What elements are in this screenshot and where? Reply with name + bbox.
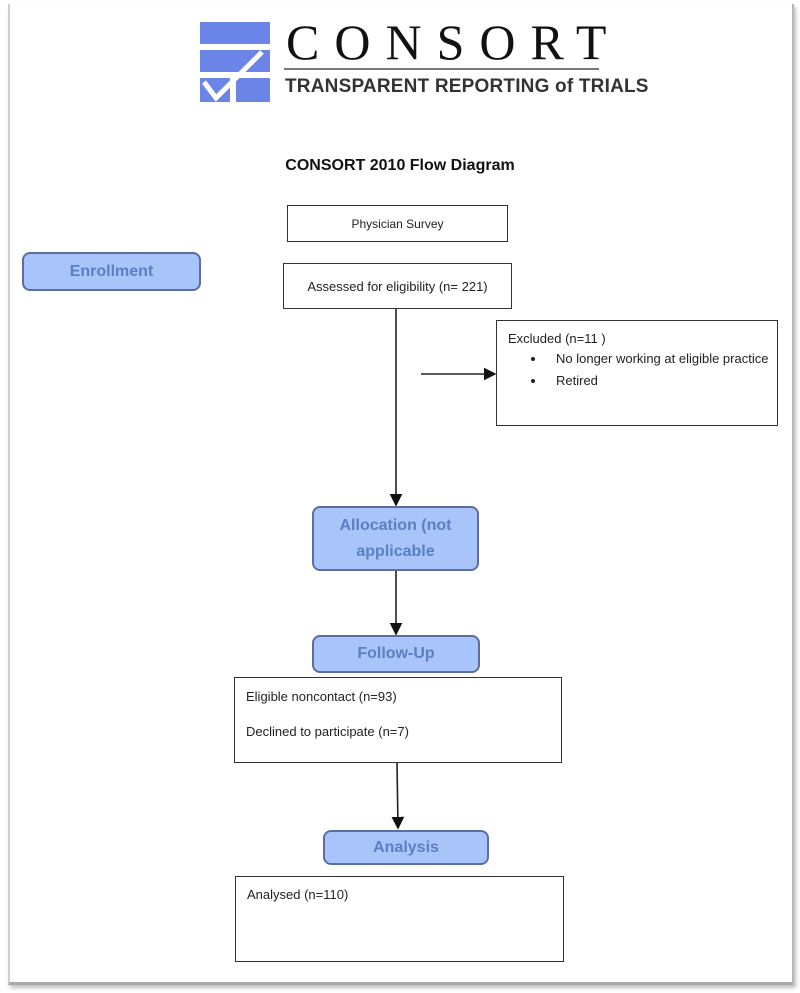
phase-follow-up: Follow-Up <box>312 635 480 673</box>
phase-follow-up-label: Follow-Up <box>357 645 435 662</box>
phase-allocation-label: Allocation (not applicable <box>339 516 452 560</box>
diagram-title: CONSORT 2010 Flow Diagram <box>285 157 515 174</box>
follow-up-box: Eligible noncontact (n=93) Declined to p… <box>234 677 562 763</box>
logo-divider <box>284 68 599 70</box>
physician-survey-box: Physician Survey <box>287 205 508 242</box>
consort-wordmark: CONSORT <box>286 14 622 70</box>
analysed-label: Analysed (n=110) <box>247 887 349 902</box>
analysed-box: Analysed (n=110) <box>235 876 564 962</box>
physician-survey-label: Physician Survey <box>351 216 444 231</box>
consort-logo-mark-icon <box>200 22 270 102</box>
excluded-reasons-list: No longer working at eligible practice R… <box>508 348 777 392</box>
excluded-reason: No longer working at eligible practice <box>546 348 776 370</box>
phase-enrollment-label: Enrollment <box>69 262 154 280</box>
excluded-reason: Retired <box>546 370 777 392</box>
phase-enrollment: Enrollment <box>22 252 201 291</box>
phase-allocation: Allocation (not applicable <box>312 506 479 571</box>
phase-analysis-label: Analysis <box>373 838 439 856</box>
follow-up-line: Eligible noncontact (n=93) <box>246 689 397 704</box>
phase-analysis: Analysis <box>323 830 489 865</box>
follow-up-line: Declined to participate (n=7) <box>246 724 409 739</box>
excluded-box: Excluded (n=11 ) No longer working at el… <box>496 320 778 426</box>
assessed-eligibility-box: Assessed for eligibility (n= 221) <box>283 263 512 309</box>
consort-tagline: TRANSPARENT REPORTING of TRIALS <box>285 76 649 97</box>
excluded-heading: Excluded (n=11 ) <box>508 331 606 346</box>
assessed-eligibility-label: Assessed for eligibility (n= 221) <box>307 278 488 294</box>
